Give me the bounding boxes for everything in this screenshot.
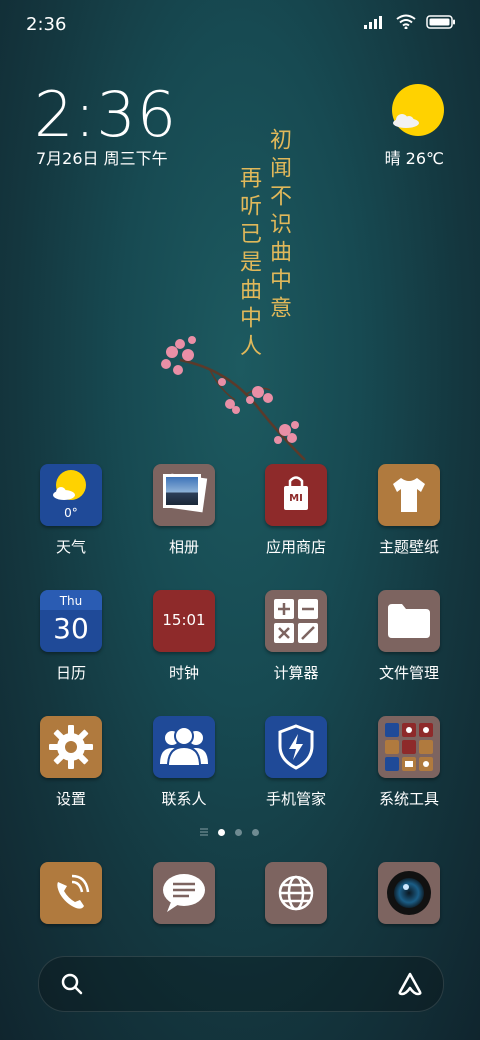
app-label: 手机管家 [265,790,326,808]
app-label: 天气 [55,538,86,556]
status-bar-icons [364,14,456,29]
clock-widget-date[interactable]: 7月26日 周三下午 [36,145,168,169]
page-indicator[interactable] [200,828,259,836]
wallpaper-poem-line-1: 初闻不识曲中意 [266,128,291,324]
app-file-manager[interactable]: 文件管理 [364,590,454,683]
clock-app-time: 15:01 [162,611,206,629]
contacts-people-icon [153,716,215,778]
weather-app-icon: 0° [40,464,102,526]
gallery-photos-icon [153,464,215,526]
dock-phone[interactable] [26,862,116,924]
wallpaper-blossom-illustration [161,336,306,461]
app-themes[interactable]: 主题壁纸 [364,464,454,557]
menu-lines-icon [200,828,208,836]
search-bar[interactable] [38,956,444,1012]
app-gallery[interactable]: 相册 [139,464,229,557]
battery-icon [426,14,455,29]
shield-lightning-icon [265,716,327,778]
app-label: 系统工具 [378,790,439,808]
clock-widget-time[interactable]: 2:36 [34,78,177,151]
gear-icon [40,716,102,778]
app-label: 文件管理 [378,664,439,682]
app-label: 主题壁纸 [378,538,439,556]
app-security[interactable]: 手机管家 [251,716,341,809]
folder-grid-icon [378,716,440,778]
tshirt-icon [378,464,440,526]
page-dot-3[interactable] [252,828,259,836]
weather-cloud-icon [393,114,419,128]
app-label: 日历 [55,664,86,682]
dock-messages[interactable] [139,862,229,924]
app-label: 时钟 [168,664,199,682]
camera-lens-icon [378,862,440,924]
app-settings[interactable]: 设置 [26,716,116,809]
weather-app-temp: 0° [64,506,78,520]
mi-logo-text: MI [289,493,303,504]
globe-icon [265,862,327,924]
app-label: 计算器 [273,664,319,682]
calendar-day: Thu [59,594,83,608]
app-clock[interactable]: 15:01 时钟 [139,590,229,683]
calendar-date: 30 [53,612,89,645]
calculator-icon [265,590,327,652]
app-label: 联系人 [161,790,207,808]
app-weather[interactable]: 0° 天气 [26,464,116,557]
assistant-icon[interactable] [397,972,423,996]
search-icon[interactable] [61,973,83,995]
app-label: 设置 [55,790,86,808]
page-dot-2[interactable] [235,828,242,836]
wifi-icon [396,14,416,29]
calendar-icon: Thu 30 [40,590,102,652]
dock-camera[interactable] [364,862,454,924]
weather-widget-summary[interactable]: 晴 26℃ [385,145,444,169]
app-store[interactable]: MI 应用商店 [251,464,341,557]
messages-icon [153,862,215,924]
app-folder-system-tools[interactable]: 系统工具 [364,716,454,809]
signal-icon [364,15,382,29]
weather-sun-icon[interactable] [392,84,444,136]
folder-icon [378,590,440,652]
page-dot-1[interactable] [218,828,225,836]
phone-icon [40,862,102,924]
dock-browser[interactable] [251,862,341,924]
app-calculator[interactable]: 计算器 [251,590,341,683]
app-contacts[interactable]: 联系人 [139,716,229,809]
app-label: 应用商店 [265,538,326,556]
app-label: 相册 [168,538,199,556]
app-calendar[interactable]: Thu 30 日历 [26,590,116,683]
clock-icon: 15:01 [153,590,215,652]
status-bar-time: 2:36 [26,14,67,35]
shopping-bag-icon: MI [265,464,327,526]
